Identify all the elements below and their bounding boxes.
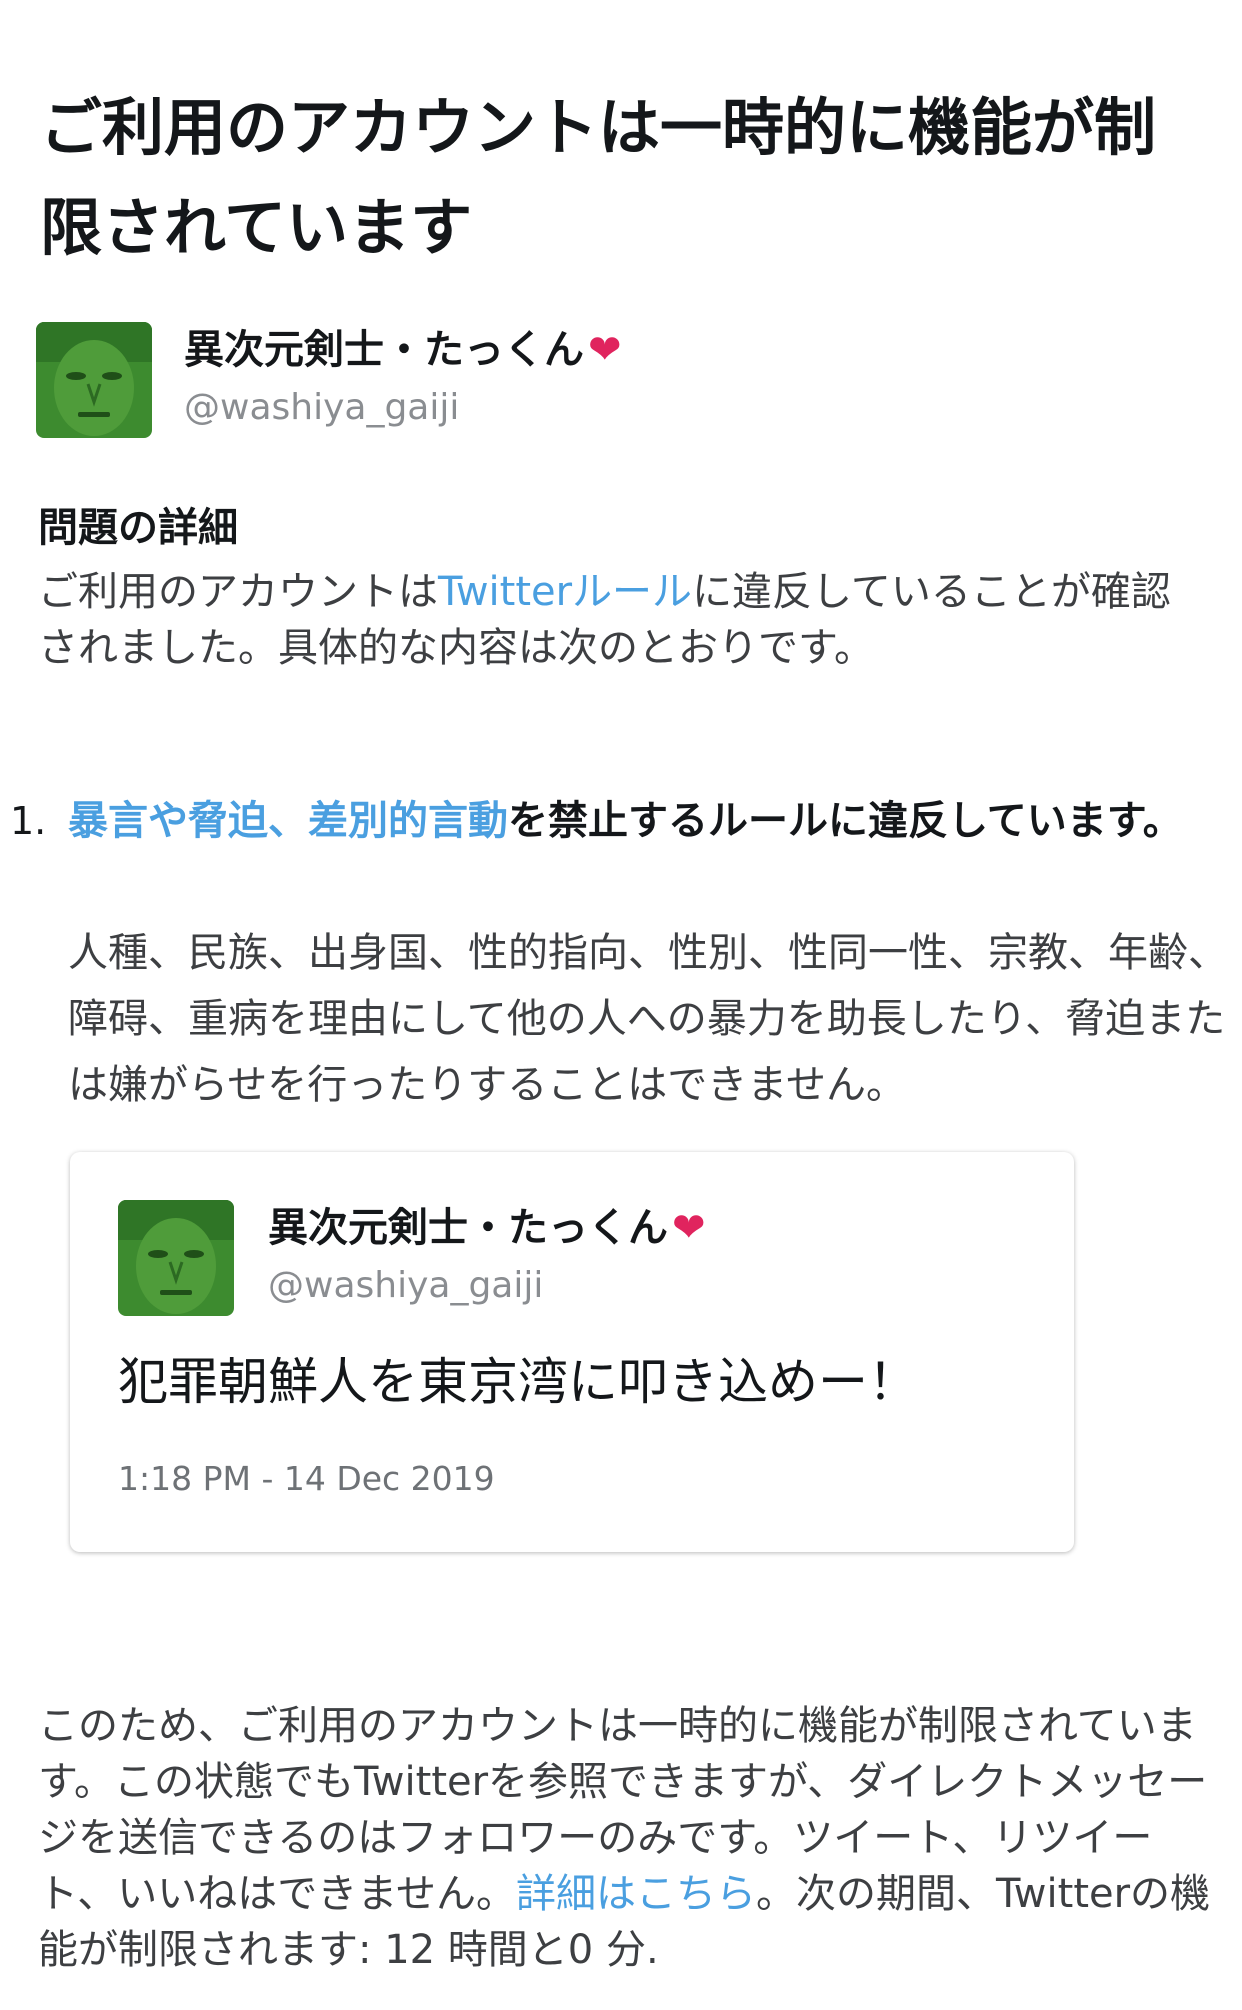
intro-text: ご利用のアカウントは <box>38 569 438 615</box>
avatar-image <box>36 322 152 438</box>
display-name-text: 異次元剣士・たっくん <box>184 327 584 373</box>
tweet-display-name[interactable]: 異次元剣士・たっくん ❤ <box>268 1200 706 1256</box>
username-handle[interactable]: @washiya_gaiji <box>184 380 622 436</box>
restriction-notice: このため、ご利用のアカウントは一時的に機能が制限されています。この状態でもTwi… <box>38 1698 1218 1978</box>
avatar[interactable] <box>36 322 152 438</box>
heart-icon: ❤ <box>588 327 622 373</box>
tweet-avatar[interactable] <box>118 1200 234 1316</box>
violation-description: 人種、民族、出身国、性的指向、性別、性同一性、宗教、年齢、障碍、重病を理由にして… <box>68 930 1228 1108</box>
tweet-author: 異次元剣士・たっくん ❤ @washiya_gaiji <box>118 1200 706 1316</box>
display-name[interactable]: 異次元剣士・たっくん ❤ <box>184 322 622 378</box>
heart-icon: ❤ <box>672 1205 706 1251</box>
details-intro: ご利用のアカウントはTwitterルールに違反していることが確認されました。具体… <box>38 564 1208 676</box>
tweet-text: 犯罪朝鮮人を東京湾に叩き込めー！ <box>118 1353 918 1411</box>
tweet-username-handle[interactable]: @washiya_gaiji <box>268 1258 706 1314</box>
avatar-image <box>118 1200 234 1316</box>
violation-heading-text: を禁止するルールに違反しています。 <box>508 798 1183 844</box>
learn-more-link[interactable]: 詳細はこちら <box>516 1871 756 1917</box>
account-header: 異次元剣士・たっくん ❤ @washiya_gaiji <box>36 322 622 440</box>
violation-heading: 暴言や脅迫、差別的言動を禁止するルールに違反しています。 <box>68 788 1228 854</box>
twitter-rules-link[interactable]: Twitterルール <box>438 569 692 615</box>
details-heading: 問題の詳細 <box>38 505 238 551</box>
embedded-tweet[interactable]: 異次元剣士・たっくん ❤ @washiya_gaiji 犯罪朝鮮人を東京湾に叩き込… <box>70 1152 1074 1552</box>
abusive-behavior-link[interactable]: 暴言や脅迫、差別的言動 <box>68 798 508 844</box>
page-title: ご利用のアカウントは一時的に機能が制限されています <box>40 91 1157 264</box>
tweet-timestamp[interactable]: 1:18 PM - 14 Dec 2019 <box>118 1454 495 1504</box>
list-number: 1. <box>10 799 47 843</box>
tweet-display-name-text: 異次元剣士・たっくん <box>268 1205 668 1251</box>
